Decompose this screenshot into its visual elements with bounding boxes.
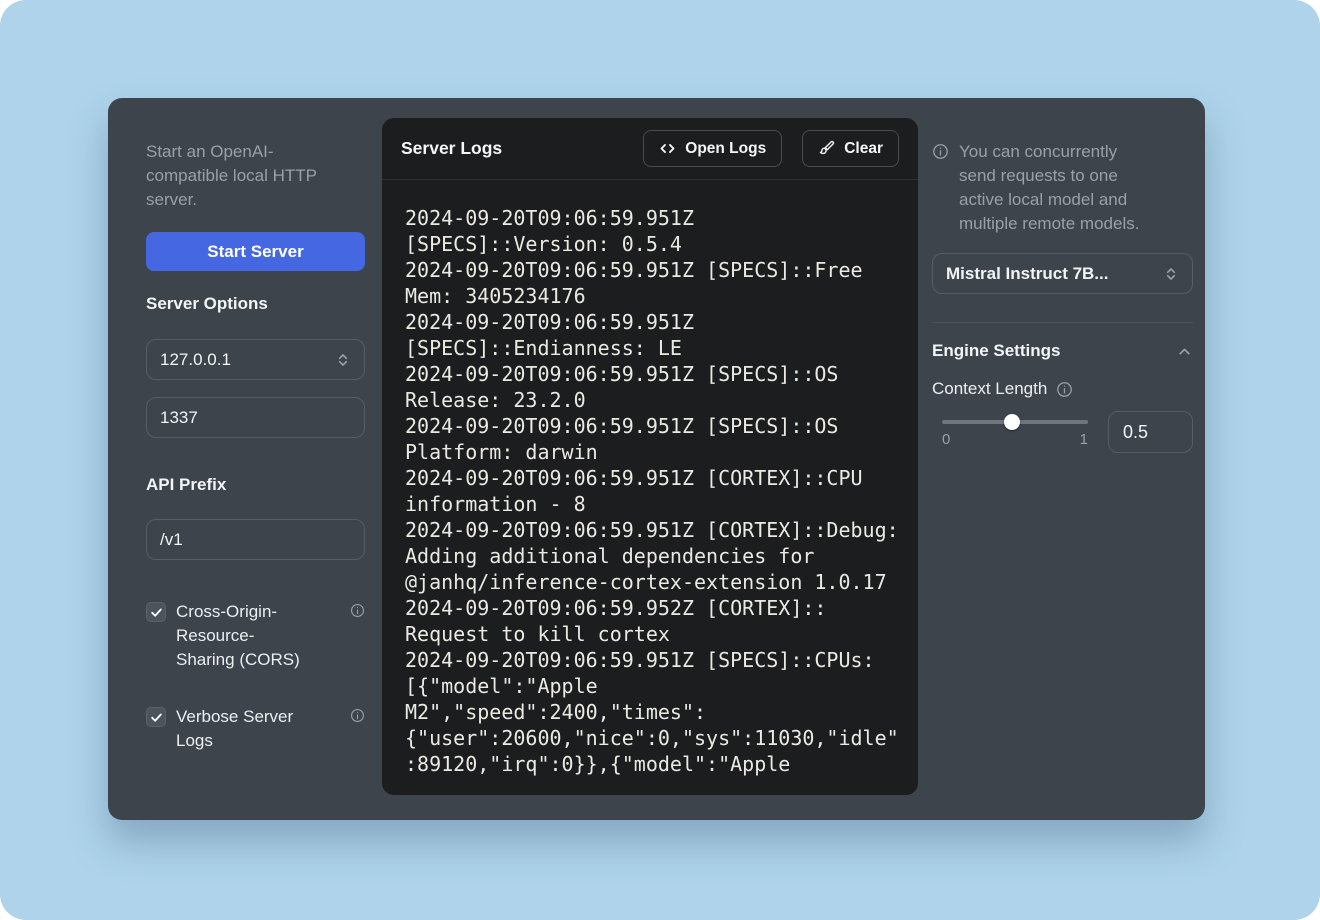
model-select[interactable]: Mistral Instruct 7B... <box>932 253 1193 294</box>
context-length-slider-thumb[interactable] <box>1004 414 1020 430</box>
concurrency-note-text: You can concurrentlysend requests to one… <box>959 140 1139 236</box>
slider-max-label: 1 <box>1080 431 1088 448</box>
cors-label-line: Cross-Origin- <box>176 600 342 624</box>
port-input[interactable] <box>146 397 365 438</box>
code-icon <box>659 140 676 157</box>
host-select-value: 127.0.0.1 <box>160 350 231 370</box>
context-length-slider[interactable] <box>942 420 1088 424</box>
open-logs-button[interactable]: Open Logs <box>643 130 782 167</box>
cors-label: Cross-Origin-Resource-Sharing (CORS) <box>176 600 342 672</box>
server-logs-title: Server Logs <box>401 138 502 159</box>
server-logs-actions: Open Logs Clear <box>643 130 899 167</box>
server-logs-panel: Server Logs Open Logs <box>382 118 918 795</box>
server-intro-line: compatible local HTTP <box>146 164 365 188</box>
cors-info-icon[interactable] <box>350 603 365 618</box>
server-options-heading: Server Options <box>146 293 365 314</box>
cors-label-line: Resource- <box>176 624 342 648</box>
context-length-value-input[interactable] <box>1108 411 1193 453</box>
concurrency-note-line: send requests to one <box>959 164 1139 188</box>
model-select-value: Mistral Instruct 7B... <box>946 264 1108 284</box>
api-prefix-input[interactable] <box>146 519 365 560</box>
log-line: 2024-09-20T09:06:59.951Z [SPECS]::Versio… <box>405 205 899 257</box>
page-background: Start an OpenAI-compatible local HTTPser… <box>0 0 1320 920</box>
paintbrush-icon <box>818 140 835 157</box>
local-server-panel: Start an OpenAI-compatible local HTTPser… <box>108 98 1205 820</box>
server-intro-line: Start an OpenAI- <box>146 140 365 164</box>
concurrency-note-line: active local model and <box>959 188 1139 212</box>
context-length-info-icon[interactable] <box>1056 381 1073 398</box>
concurrency-note-line: multiple remote models. <box>959 212 1139 236</box>
check-icon <box>150 711 163 724</box>
context-length-control: 0 1 <box>932 411 1193 453</box>
engine-settings-divider <box>932 322 1193 323</box>
log-line: 2024-09-20T09:06:59.951Z [SPECS]::Free M… <box>405 257 899 309</box>
host-select[interactable]: 127.0.0.1 <box>146 339 365 380</box>
context-length-row: Context Length <box>932 379 1193 399</box>
log-line: 2024-09-20T09:06:59.951Z [CORTEX]::Debug… <box>405 517 899 595</box>
concurrency-note: You can concurrentlysend requests to one… <box>932 140 1193 236</box>
clear-logs-button-label: Clear <box>844 140 883 158</box>
note-info-icon <box>932 143 949 160</box>
chevron-up-icon <box>1176 343 1193 360</box>
server-logs-header: Server Logs Open Logs <box>382 118 918 180</box>
context-length-slider-area: 0 1 <box>932 411 1092 448</box>
check-icon <box>150 606 163 619</box>
slider-range-labels: 0 1 <box>942 431 1088 448</box>
log-line: 2024-09-20T09:06:59.951Z [SPECS]::CPUs: … <box>405 647 899 777</box>
concurrency-note-line: You can concurrently <box>959 140 1139 164</box>
log-line: 2024-09-20T09:06:59.951Z [SPECS]::Endian… <box>405 309 899 361</box>
chevron-up-down-icon <box>1163 266 1179 282</box>
start-server-button[interactable]: Start Server <box>146 232 365 271</box>
log-line: 2024-09-20T09:06:59.951Z [SPECS]::OS Rel… <box>405 361 899 413</box>
slider-min-label: 0 <box>942 431 950 448</box>
verbose-logs-setting-row: Verbose ServerLogs <box>146 705 365 753</box>
server-intro-text: Start an OpenAI-compatible local HTTPser… <box>146 140 365 212</box>
model-settings-column: You can concurrentlysend requests to one… <box>932 98 1193 453</box>
verbose-logs-label-line: Verbose Server <box>176 705 342 729</box>
verbose-logs-label-line: Logs <box>176 729 342 753</box>
context-length-label: Context Length <box>932 379 1047 399</box>
log-line: 2024-09-20T09:06:59.951Z [SPECS]::OS Pla… <box>405 413 899 465</box>
log-line: 2024-09-20T09:06:59.952Z [CORTEX]:: Requ… <box>405 595 899 647</box>
verbose-logs-label: Verbose ServerLogs <box>176 705 342 753</box>
log-line: 2024-09-20T09:06:59.951Z [CORTEX]::CPU i… <box>405 465 899 517</box>
verbose-logs-checkbox[interactable] <box>146 707 166 727</box>
server-intro-line: server. <box>146 188 365 212</box>
open-logs-button-label: Open Logs <box>685 140 766 158</box>
verbose-logs-info-icon[interactable] <box>350 708 365 723</box>
cors-setting-row: Cross-Origin-Resource-Sharing (CORS) <box>146 600 365 672</box>
log-output: 2024-09-20T09:06:59.951Z [SPECS]::Versio… <box>405 205 899 777</box>
chevron-up-down-icon <box>335 352 351 368</box>
log-output-area[interactable]: 2024-09-20T09:06:59.951Z [SPECS]::Versio… <box>382 180 918 794</box>
server-config-column: Start an OpenAI-compatible local HTTPser… <box>146 98 365 753</box>
engine-settings-heading: Engine Settings <box>932 341 1060 361</box>
engine-settings-toggle[interactable]: Engine Settings <box>932 341 1193 361</box>
api-prefix-heading: API Prefix <box>146 474 365 495</box>
clear-logs-button[interactable]: Clear <box>802 130 899 167</box>
cors-label-line: Sharing (CORS) <box>176 648 342 672</box>
cors-checkbox[interactable] <box>146 602 166 622</box>
